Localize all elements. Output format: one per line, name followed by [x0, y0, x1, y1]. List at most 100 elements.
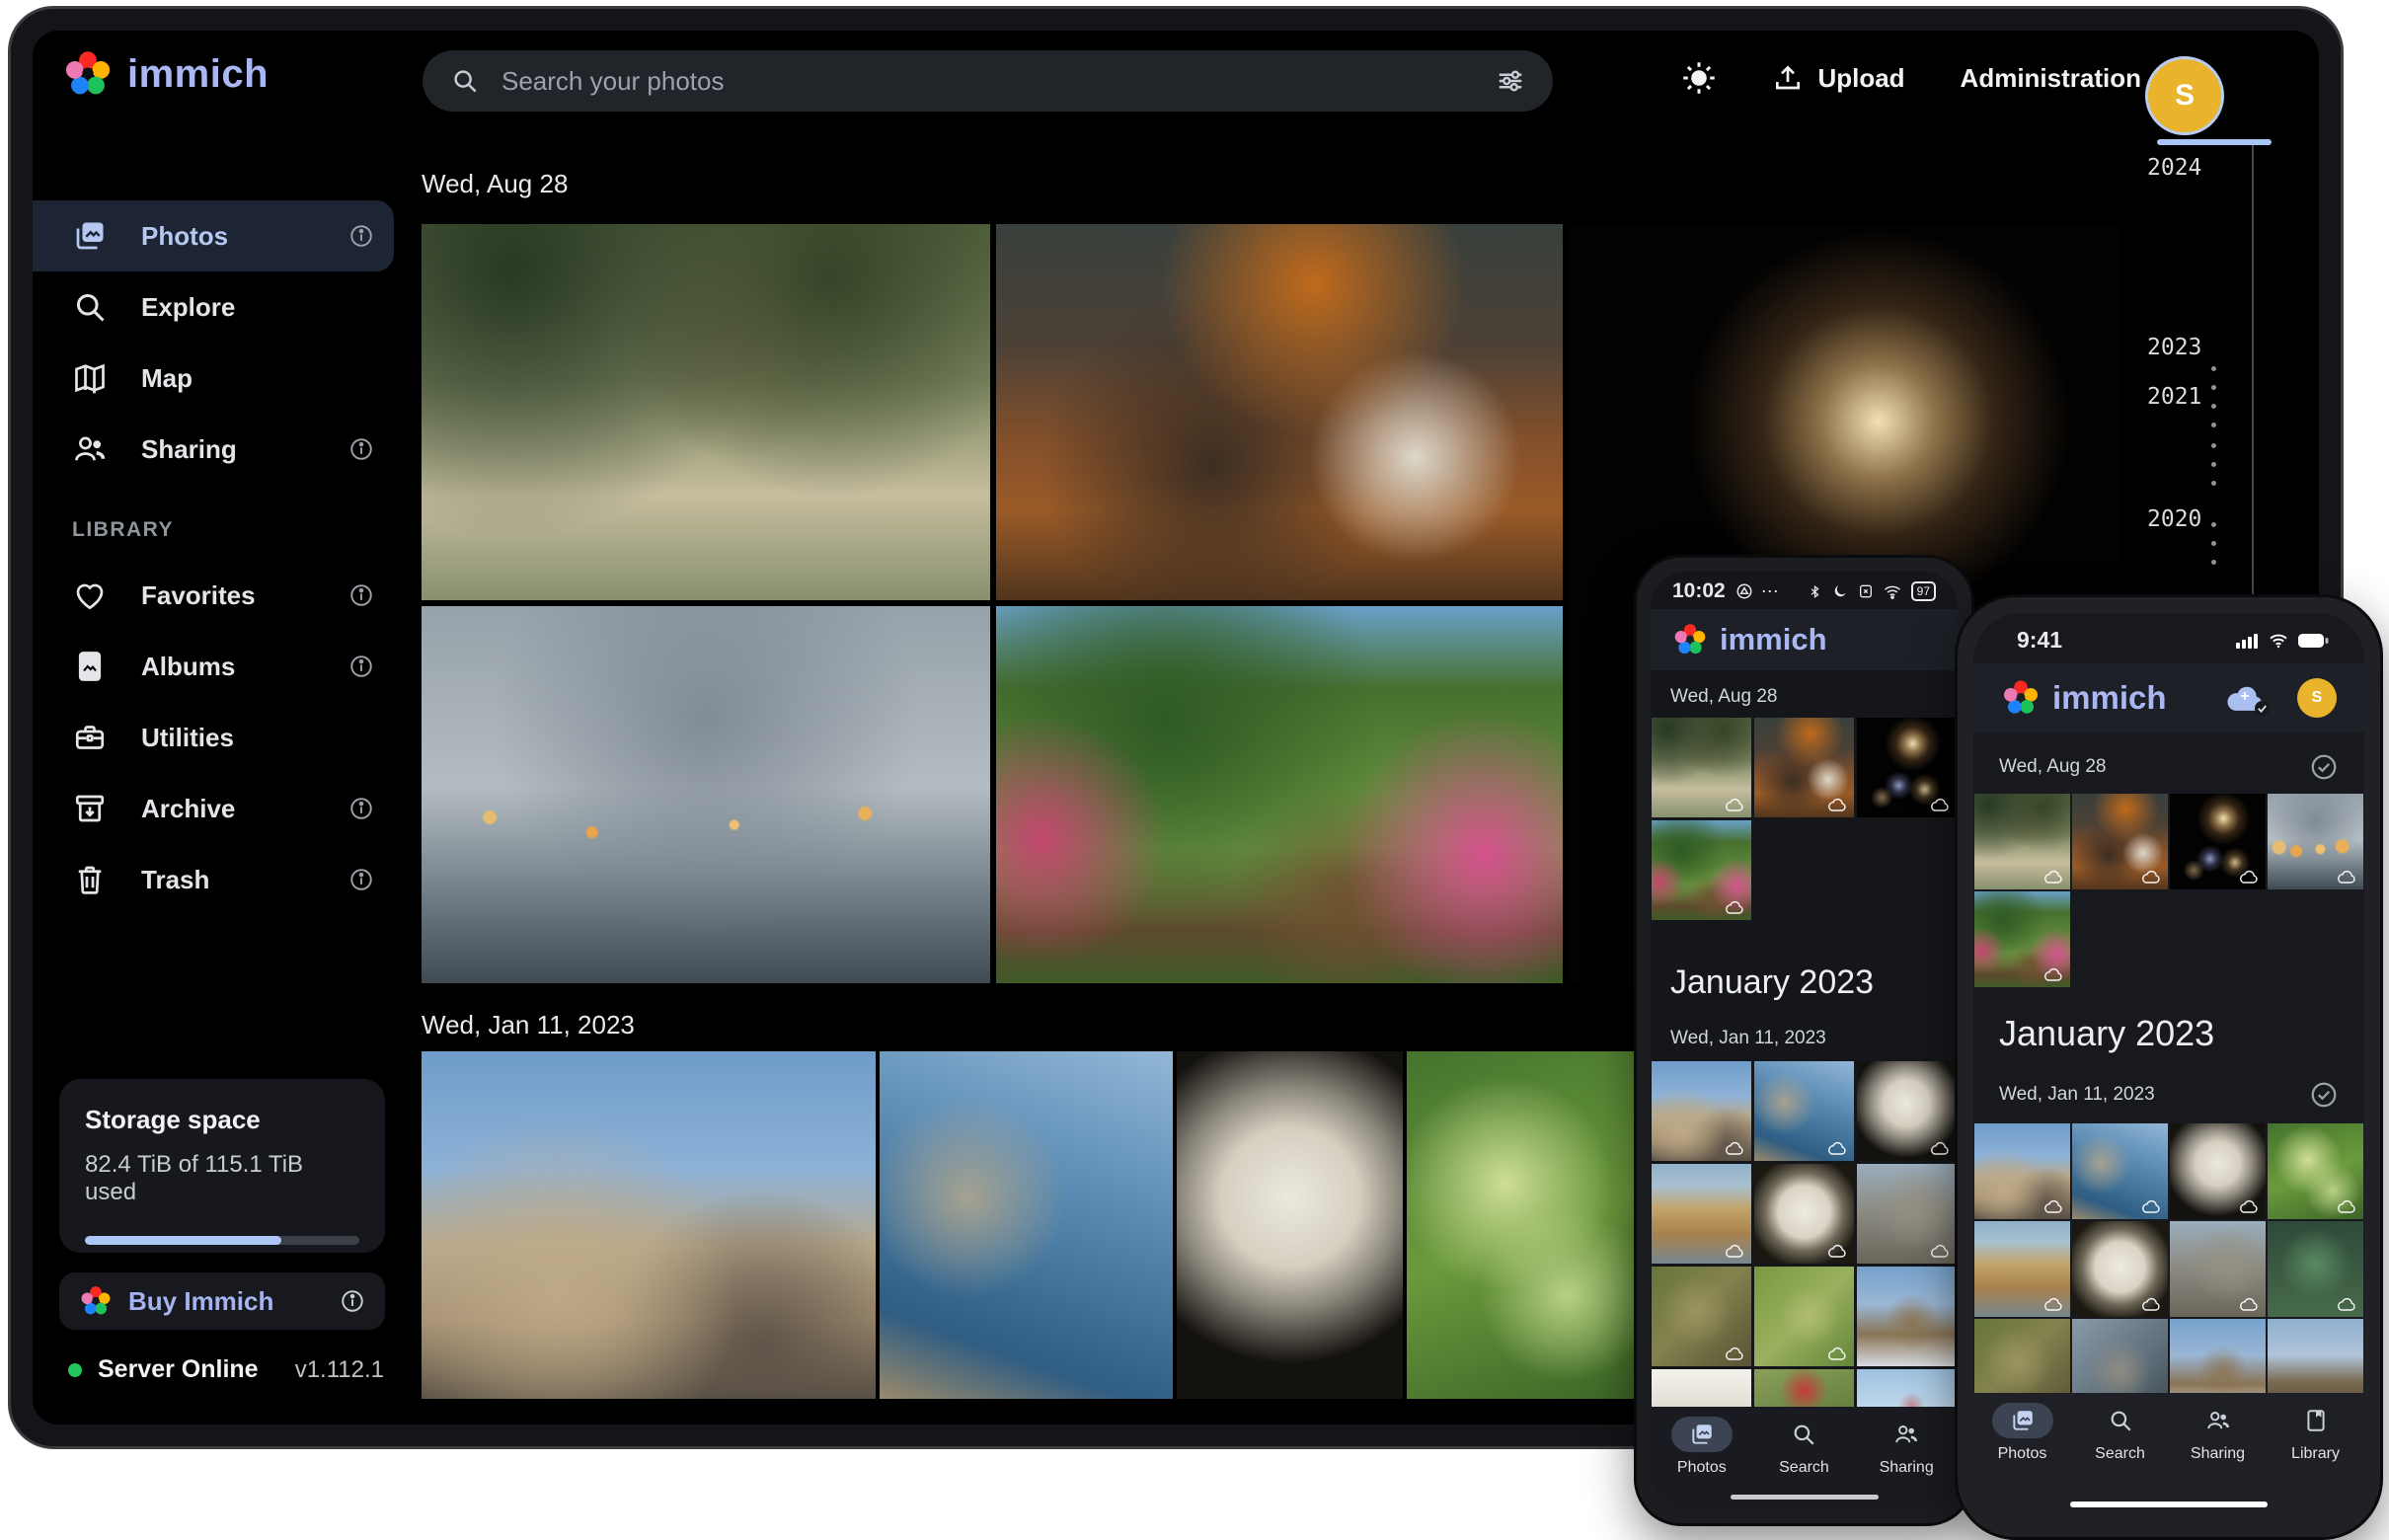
- bluetooth-icon: [1808, 583, 1822, 600]
- backup-cloud-icon[interactable]: [2224, 682, 2268, 714]
- photo-plant-thumb[interactable]: [2268, 1123, 2363, 1219]
- search-icon: [72, 289, 108, 325]
- tab-library[interactable]: Library: [2285, 1403, 2347, 1463]
- tab-search[interactable]: Search: [2090, 1403, 2151, 1463]
- people-icon: [1893, 1422, 1919, 1447]
- photo-lizard2-thumb[interactable]: [1754, 1267, 1854, 1366]
- tab-sharing[interactable]: Sharing: [2188, 1403, 2249, 1463]
- upload-button[interactable]: Upload: [1772, 62, 1904, 94]
- photo-castle-thumb[interactable]: [1652, 1061, 1751, 1161]
- photo-fortress-walls[interactable]: [422, 1051, 876, 1399]
- select-all-check-icon[interactable]: [2309, 752, 2339, 782]
- photo-ruin-thumb[interactable]: [1857, 1164, 1957, 1264]
- upload-icon: [1772, 62, 1804, 94]
- phone2-app-header: immich S: [1973, 663, 2364, 732]
- info-icon[interactable]: [340, 1288, 365, 1314]
- brand-name: immich: [127, 52, 269, 97]
- immich-flower-icon: [2001, 678, 2041, 718]
- info-icon[interactable]: [348, 796, 374, 821]
- info-icon[interactable]: [348, 582, 374, 608]
- photo-autumn-park[interactable]: [996, 606, 1563, 983]
- theme-toggle-sun-icon[interactable]: [1681, 60, 1717, 96]
- tab-search[interactable]: Search: [1773, 1417, 1834, 1477]
- android-phone-mockup: 10:02 ⋯: [1634, 555, 1974, 1526]
- search-icon: [2108, 1408, 2133, 1433]
- filter-sliders-icon[interactable]: [1496, 66, 1525, 96]
- photo-lizard-thumb[interactable]: [1652, 1267, 1751, 1366]
- timeline-year-2023[interactable]: 2023: [2147, 335, 2201, 360]
- photo-dinner-thumb[interactable]: [1754, 718, 1854, 817]
- brand-name: immich: [2052, 679, 2167, 717]
- info-icon[interactable]: [348, 436, 374, 462]
- photo-tree-thumb[interactable]: [2268, 1221, 2363, 1317]
- photo-monkeys-at-zoo[interactable]: [422, 224, 990, 600]
- date-header-jan: Wed, Jan 11, 2023: [422, 1010, 635, 1040]
- photo-sculpture-thumb[interactable]: [2072, 1221, 2168, 1317]
- home-indicator[interactable]: [1731, 1495, 1879, 1500]
- photo-holding-hands[interactable]: [422, 606, 990, 983]
- photo-monkeys-thumb[interactable]: [1652, 718, 1751, 817]
- photo-park-thumb[interactable]: [1974, 891, 2070, 987]
- trash-icon: [72, 862, 108, 897]
- timeline-year-2024[interactable]: 2024: [2147, 155, 2201, 181]
- photo-monkeys-thumb[interactable]: [1974, 794, 2070, 889]
- photo-beach-thumb[interactable]: [1652, 1164, 1751, 1264]
- sidebar-item-archive[interactable]: Archive: [33, 773, 394, 844]
- user-avatar[interactable]: S: [2145, 56, 2224, 135]
- photo-fireworks-thumb[interactable]: [1857, 718, 1957, 817]
- home-indicator[interactable]: [2070, 1502, 2268, 1507]
- sidebar-item-utilities[interactable]: Utilities: [33, 702, 394, 773]
- photo-coastal-fort[interactable]: [880, 1051, 1173, 1399]
- photo-coast-thumb[interactable]: [2072, 1123, 2168, 1219]
- tab-photos[interactable]: Photos: [1671, 1417, 1733, 1477]
- immich-logo[interactable]: immich: [62, 48, 269, 100]
- photo-bust-thumb[interactable]: [2170, 1123, 2266, 1219]
- timeline-year-2020[interactable]: 2020: [2147, 506, 2201, 532]
- cloud-sync-icon: [2238, 869, 2260, 885]
- sidebar-item-map[interactable]: Map: [33, 343, 394, 414]
- sidebar-item-favorites[interactable]: Favorites: [33, 560, 394, 631]
- photo-park-thumb[interactable]: [1652, 820, 1751, 920]
- photo-castle-thumb[interactable]: [1974, 1123, 2070, 1219]
- brand-name: immich: [1720, 622, 1827, 657]
- info-icon[interactable]: [348, 223, 374, 249]
- user-avatar[interactable]: S: [2297, 678, 2337, 718]
- photo-coast-thumb[interactable]: [1754, 1061, 1854, 1161]
- sidebar-item-photos[interactable]: Photos: [33, 200, 394, 271]
- photo-dinner-thumb[interactable]: [2072, 794, 2168, 889]
- phone2-month-header: January 2023: [1973, 1013, 2364, 1054]
- cloud-sync-icon: [2140, 869, 2162, 885]
- photo-green-berries[interactable]: [1407, 1051, 1642, 1399]
- photo-ruin-thumb[interactable]: [2170, 1221, 2266, 1317]
- timeline-track[interactable]: [2252, 139, 2254, 595]
- photo-fireworks-thumb[interactable]: [2170, 794, 2266, 889]
- timeline-scrubber-handle[interactable]: [2157, 139, 2272, 145]
- photo-bust-thumb[interactable]: [1857, 1061, 1957, 1161]
- photo-sculpture-thumb[interactable]: [1754, 1164, 1854, 1264]
- cellular-signal-icon: [2236, 633, 2260, 649]
- photo-beach-thumb[interactable]: [1974, 1221, 2070, 1317]
- people-icon: [72, 431, 108, 467]
- info-icon[interactable]: [348, 867, 374, 892]
- info-icon[interactable]: [348, 654, 374, 679]
- timeline-month-dots: [2211, 522, 2216, 578]
- photo-church-thumb[interactable]: [1857, 1267, 1957, 1366]
- sidebar-item-sharing[interactable]: Sharing: [33, 414, 394, 485]
- sidebar-item-albums[interactable]: Albums: [33, 631, 394, 702]
- tab-photos[interactable]: Photos: [1992, 1403, 2053, 1463]
- photos-icon: [1689, 1422, 1715, 1447]
- buy-immich-label: Buy Immich: [128, 1286, 324, 1317]
- timeline-year-2021[interactable]: 2021: [2147, 384, 2201, 410]
- administration-link[interactable]: Administration: [1961, 63, 2141, 94]
- search-icon: [1791, 1422, 1816, 1447]
- cloud-sync-icon: [1826, 1346, 1848, 1361]
- buy-immich-button[interactable]: Buy Immich: [59, 1272, 385, 1330]
- photo-hands-thumb[interactable]: [2268, 794, 2363, 889]
- photo-marble-bust[interactable]: [1177, 1051, 1403, 1399]
- photo-dinner-table[interactable]: [996, 224, 1563, 600]
- search-input[interactable]: Search your photos: [423, 50, 1553, 112]
- sidebar-item-explore[interactable]: Explore: [33, 271, 394, 343]
- sidebar-item-trash[interactable]: Trash: [33, 844, 394, 915]
- select-all-check-icon[interactable]: [2309, 1080, 2339, 1110]
- tab-sharing[interactable]: Sharing: [1876, 1417, 1937, 1477]
